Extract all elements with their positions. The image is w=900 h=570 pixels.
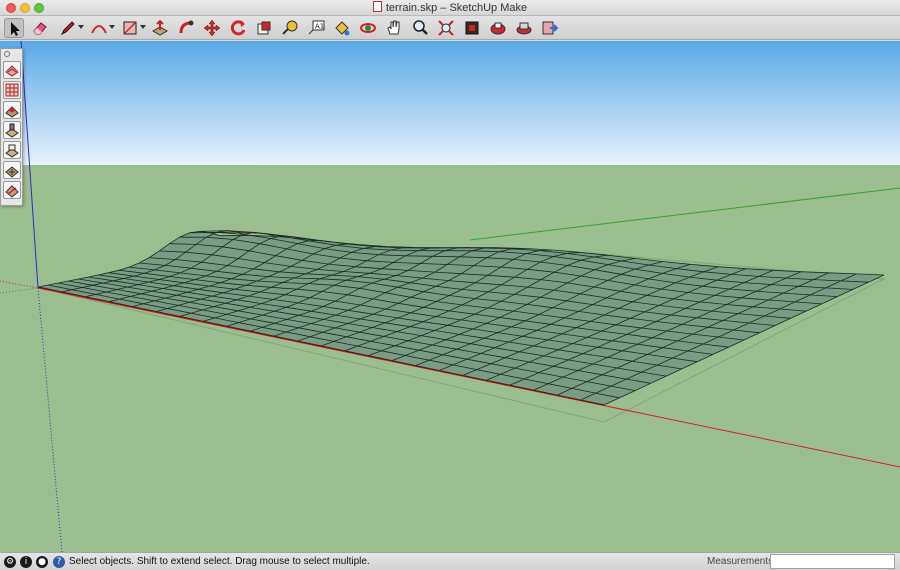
sky (0, 41, 900, 165)
share-model-icon (490, 22, 506, 35)
paint-bucket-icon (335, 21, 350, 36)
scale-icon (257, 21, 271, 35)
rotate-icon (230, 20, 246, 36)
smoove-icon (5, 106, 19, 118)
main-toolbar: A1 (0, 16, 900, 40)
paint-bucket-tool-button[interactable] (332, 18, 352, 38)
flip-edge-tool-button[interactable] (3, 181, 21, 199)
window-title: terrain.skp – SketchUp Make (385, 2, 528, 14)
zoom-extents-tool-button[interactable] (436, 18, 456, 38)
rectangle-icon (123, 21, 137, 35)
scene-canvas[interactable] (0, 41, 900, 552)
magnifier-icon (413, 20, 428, 35)
push-pull-icon (151, 19, 169, 36)
shapes-tool-button[interactable] (120, 18, 146, 38)
follow-me-tool-button[interactable] (176, 18, 196, 38)
title-bar: terrain.skp – SketchUp Make (0, 0, 900, 16)
instructor-help-icon[interactable]: ? (53, 556, 65, 568)
extension-warehouse-tool-button[interactable] (514, 18, 534, 38)
stamp-tool-button[interactable] (3, 121, 21, 139)
orbit-icon (360, 23, 376, 33)
from-scratch-tool-button[interactable] (3, 81, 21, 99)
eraser-icon (33, 22, 47, 35)
status-message: Select objects. Shift to extend select. … (69, 556, 370, 567)
orbit-tool-button[interactable] (358, 18, 378, 38)
measurements-input[interactable] (770, 554, 895, 569)
warehouse-icon (465, 21, 479, 35)
chevron-down-icon[interactable] (140, 25, 146, 29)
drape-icon (5, 144, 19, 158)
share-model-tool-button[interactable] (488, 18, 508, 38)
user-icon[interactable]: ● (36, 556, 48, 568)
from-contours-tool-button[interactable] (3, 61, 21, 79)
document-icon (372, 1, 382, 12)
layout-icon (542, 21, 559, 35)
extension-icon (516, 22, 532, 35)
zoom-extents-icon (438, 20, 454, 36)
chevron-down-icon[interactable] (109, 25, 115, 29)
move-icon (203, 19, 221, 37)
smoove-tool-button[interactable] (3, 101, 21, 119)
arc-tool-button[interactable] (89, 18, 115, 38)
pan-tool-button[interactable] (384, 18, 404, 38)
status-bar: ⚙ i ● ? Select objects. Shift to extend … (0, 552, 900, 570)
stamp-icon (5, 123, 19, 138)
line-tool-button[interactable] (58, 18, 84, 38)
chevron-down-icon[interactable] (78, 25, 84, 29)
select-tool-button[interactable] (4, 18, 24, 38)
window-title-wrap: terrain.skp – SketchUp Make (0, 1, 900, 14)
measurements-label: Measurements (707, 556, 774, 567)
move-tool-button[interactable] (202, 18, 222, 38)
add-detail-tool-button[interactable] (3, 161, 21, 179)
pencil-icon (60, 21, 75, 36)
grid-icon (5, 83, 19, 97)
zoom-tool-button[interactable] (410, 18, 430, 38)
svg-text:A1: A1 (315, 23, 324, 31)
hand-icon (387, 20, 400, 35)
text-icon: A1 (308, 20, 325, 35)
arc-icon (91, 25, 107, 34)
add-detail-icon (5, 166, 19, 178)
credits-info-icon[interactable]: i (20, 556, 32, 568)
flip-edge-icon (5, 185, 19, 198)
follow-me-icon (179, 20, 194, 34)
palette-close-button[interactable] (4, 51, 10, 57)
send-to-layout-tool-button[interactable] (540, 18, 560, 38)
sandbox-palette (0, 48, 23, 206)
tape-measure-tool-button[interactable] (280, 18, 300, 38)
tape-measure-icon (282, 20, 298, 35)
push-pull-tool-button[interactable] (150, 18, 170, 38)
geo-location-icon[interactable]: ⚙ (4, 556, 16, 568)
scale-tool-button[interactable] (254, 18, 274, 38)
model-viewport[interactable] (0, 41, 900, 552)
3d-warehouse-tool-button[interactable] (462, 18, 482, 38)
contours-icon (5, 65, 19, 77)
rotate-tool-button[interactable] (228, 18, 248, 38)
arrow-icon (11, 22, 20, 36)
eraser-tool-button[interactable] (30, 18, 50, 38)
text-tool-button[interactable]: A1 (306, 18, 326, 38)
drape-tool-button[interactable] (3, 141, 21, 159)
